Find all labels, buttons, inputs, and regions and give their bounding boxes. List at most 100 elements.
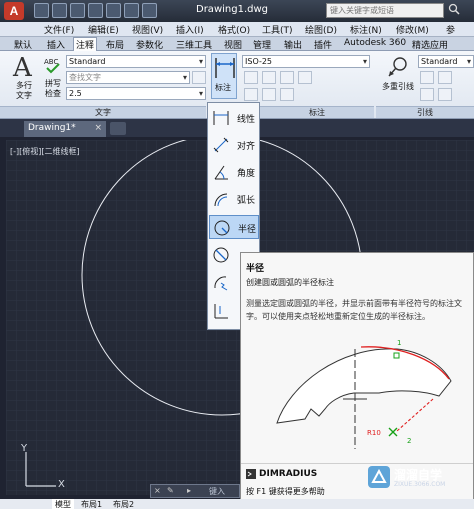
diameter-dim-icon — [213, 247, 229, 263]
dim-tool-4[interactable] — [298, 71, 312, 84]
dropdown-item-label: 线性 — [237, 115, 256, 125]
application-menu-button[interactable]: A — [4, 2, 24, 20]
tooltip-title: 半径 — [246, 264, 265, 274]
watermark-subtext: ZIXUE.3066.COM — [394, 481, 446, 488]
text-panel-title[interactable]: 文字 — [0, 106, 206, 118]
tooltip-radius: 半径 创建圆或圆弧的半径标注 测量选定圆或圆弧的半径，并显示前面带有半径符号的标… — [240, 252, 474, 502]
dimension-panel-title[interactable]: 标注 — [260, 106, 374, 118]
menu-dimension[interactable]: 标注(N) — [350, 23, 382, 36]
dropdown-item-label: 角度 — [237, 169, 256, 179]
diagram-label-2: 2 — [407, 437, 411, 445]
search-icon[interactable] — [448, 3, 462, 17]
watermark-logo-icon — [368, 466, 390, 488]
drawing-tab-label: Drawing1* — [28, 123, 76, 133]
search-input[interactable]: 键入关键字或短语 — [326, 3, 444, 18]
dropdown-item-linear[interactable]: 线性 — [209, 106, 259, 130]
new-tab-button[interactable] — [110, 122, 126, 135]
dim-tool-6[interactable] — [262, 88, 276, 101]
dropdown-item-radius[interactable]: 半径 — [209, 215, 259, 239]
multileader-icon[interactable] — [386, 55, 410, 79]
ribbon-tabs: 默认 插入 注释 布局 参数化 三维工具 视图 管理 输出 插件 Autodes… — [0, 37, 474, 52]
dim-tool-1[interactable] — [244, 71, 258, 84]
tab-autodesk360[interactable]: Autodesk 360 — [342, 38, 408, 51]
command-icon — [246, 469, 256, 479]
multiline-text-icon[interactable]: A — [13, 53, 32, 83]
tab-parametric[interactable]: 参数化 — [134, 38, 165, 51]
menu-draw[interactable]: 绘图(D) — [305, 23, 337, 36]
wrench-icon[interactable]: ✎ — [167, 486, 174, 495]
leader-tool-2[interactable] — [438, 71, 452, 84]
command-history-icon[interactable]: ▸ — [187, 486, 191, 495]
dim-tool-7[interactable] — [280, 88, 294, 101]
tooltip-command: DIMRADIUS — [259, 469, 318, 479]
dropdown-item-angular[interactable]: 角度 — [209, 160, 259, 184]
save-icon[interactable] — [70, 3, 85, 18]
ucs-x-label: X — [58, 479, 65, 490]
dim-tool-3[interactable] — [280, 71, 294, 84]
leader-tool-1[interactable] — [420, 71, 434, 84]
new-file-icon[interactable] — [34, 3, 49, 18]
dim-tool-5[interactable] — [244, 88, 258, 101]
dimension-button[interactable]: 标注 — [211, 53, 237, 99]
redo-icon[interactable] — [142, 3, 157, 18]
menu-view[interactable]: 视图(V) — [132, 23, 163, 36]
linear-dimension-icon — [215, 58, 235, 78]
leader-style-select[interactable]: Standard — [418, 55, 474, 68]
menu-bar: 文件(F) 编辑(E) 视图(V) 插入(I) 格式(O) 工具(T) 绘图(D… — [0, 22, 474, 37]
leader-panel-title[interactable]: 引线 — [376, 106, 474, 118]
open-file-icon[interactable] — [52, 3, 67, 18]
tab-featured-apps[interactable]: 精选应用 — [410, 38, 450, 51]
tab-layout[interactable]: 布局 — [104, 38, 126, 51]
multiline-text-label[interactable]: 多行文字 — [16, 81, 38, 101]
dropdown-item-aligned[interactable]: 对齐 — [209, 133, 259, 157]
print-icon[interactable] — [106, 3, 121, 18]
close-icon[interactable]: × — [94, 121, 102, 136]
tooltip-separator — [241, 463, 473, 464]
tab-output[interactable]: 输出 — [282, 38, 304, 51]
undo-icon[interactable] — [124, 3, 139, 18]
tab-3d-tools[interactable]: 三维工具 — [174, 38, 214, 51]
viewport-controls[interactable]: [-][俯视][二维线框] — [10, 146, 80, 157]
spellcheck-icon[interactable]: ABC — [44, 57, 62, 75]
save-as-icon[interactable] — [88, 3, 103, 18]
dropdown-item-label: 对齐 — [237, 142, 256, 152]
find-text-input[interactable]: 查找文字 — [66, 71, 190, 84]
leader-tool-4[interactable] — [438, 88, 452, 101]
menu-modify[interactable]: 修改(M) — [396, 23, 429, 36]
find-text-button[interactable] — [192, 71, 206, 84]
text-height-select[interactable]: 2.5 — [66, 87, 206, 100]
aligned-dim-icon — [213, 137, 229, 153]
arc-length-icon — [214, 193, 228, 207]
tab-model[interactable]: 模型 — [52, 499, 74, 509]
menu-parametric[interactable]: 参 — [446, 23, 455, 36]
menu-file[interactable]: 文件(F) — [44, 23, 74, 36]
tab-layout1[interactable]: 布局1 — [78, 499, 105, 509]
tab-plugins[interactable]: 插件 — [312, 38, 334, 51]
menu-tools[interactable]: 工具(T) — [262, 23, 293, 36]
tooltip-long-description: 测量选定圆或圆弧的半径，并显示前面带有半径符号的标注文字。可以使用夹点轻松地重新… — [246, 299, 462, 321]
text-style-select[interactable]: Standard — [66, 55, 206, 68]
diagram-label-1: 1 — [397, 339, 401, 347]
tab-layout2[interactable]: 布局2 — [110, 499, 137, 509]
dimension-style-select[interactable]: ISO-25 — [242, 55, 370, 68]
svg-text:ABC: ABC — [44, 58, 58, 66]
multileader-label[interactable]: 多重引线 — [382, 81, 414, 92]
tab-annotate[interactable]: 注释 — [73, 37, 98, 52]
dropdown-item-arc-length[interactable]: 弧长 — [209, 187, 259, 211]
tab-view[interactable]: 视图 — [222, 38, 244, 51]
command-prompt: 键入 — [209, 487, 225, 496]
tab-manage[interactable]: 管理 — [251, 38, 273, 51]
spellcheck-label[interactable]: 拼写检查 — [45, 79, 65, 99]
menu-insert[interactable]: 插入(I) — [176, 23, 204, 36]
tab-insert[interactable]: 插入 — [45, 38, 67, 51]
tab-default[interactable]: 默认 — [12, 38, 34, 51]
dim-tool-2[interactable] — [262, 71, 276, 84]
tooltip-description: 创建圆或圆弧的半径标注 — [246, 278, 334, 287]
linear-dim-icon — [213, 111, 229, 125]
menu-format[interactable]: 格式(O) — [218, 23, 250, 36]
drawing-tab[interactable]: Drawing1* × — [24, 121, 106, 137]
menu-edit[interactable]: 编辑(E) — [88, 23, 119, 36]
leader-tool-3[interactable] — [420, 88, 434, 101]
command-close-icon[interactable]: × — [154, 486, 161, 495]
command-line[interactable]: × ✎ ▸ 键入 — [150, 484, 240, 498]
